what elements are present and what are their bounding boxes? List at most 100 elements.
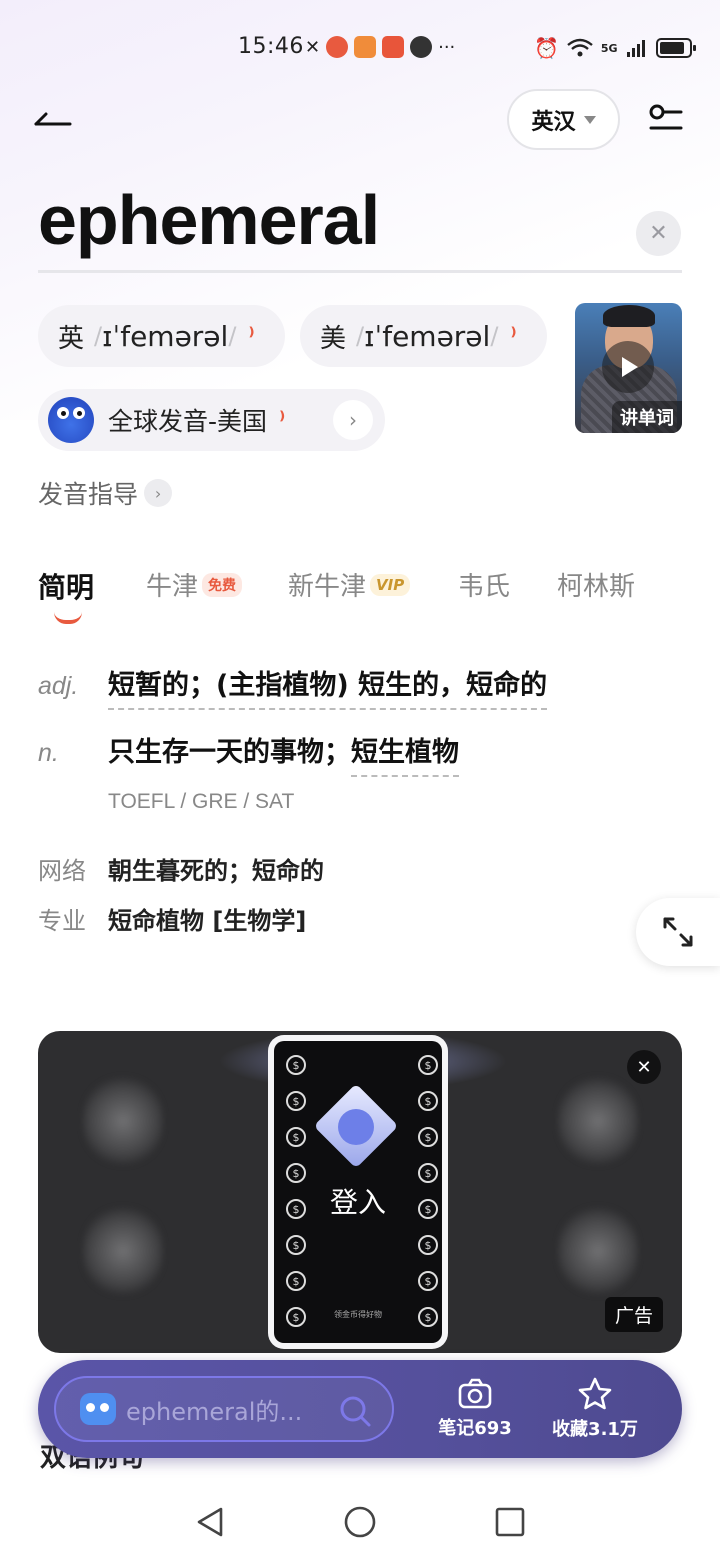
speaker-icon: ⁾ [279, 407, 286, 433]
chevron-right-icon: › [333, 400, 373, 440]
ipa-text: ɪˈfemərəl [102, 319, 229, 353]
alarm-icon: ⏰ [534, 36, 559, 60]
ad-tag: 广告 [605, 1297, 664, 1332]
pronunciation-guide-link[interactable]: 发音指导 › [38, 475, 173, 511]
video-label: 讲单词 [612, 401, 682, 433]
global-pron-label: 全球发音-美国 [108, 407, 268, 436]
notes-button[interactable]: 笔记693 [420, 1374, 530, 1444]
search-icon[interactable] [338, 1394, 372, 1428]
system-icons: ⏰ 5G [534, 36, 696, 60]
search-placeholder: ephemeral的... [126, 1397, 303, 1426]
mascot-icon [48, 397, 94, 443]
headword: ephemeral [38, 181, 380, 259]
close-icon: ✕ [649, 221, 668, 246]
coin-icon: $ [418, 1163, 438, 1183]
back-button[interactable] [34, 104, 74, 134]
word-video-thumbnail[interactable]: 讲单词 [575, 303, 682, 433]
definition-text: 只生存一天的事物； [108, 737, 351, 768]
exam-tags: TOEFL / GRE / SAT [108, 790, 295, 813]
coin-icon: $ [418, 1271, 438, 1291]
language-label: 英汉 [531, 109, 576, 135]
definition-text[interactable]: 短暂的；(主指植物) 短生的，短命的 [108, 663, 548, 710]
speaker-icon: ⁾ [248, 323, 255, 349]
system-navigation-bar [0, 1480, 720, 1563]
global-pronunciation-button[interactable]: 全球发音-美国 ⁾ › [38, 389, 385, 451]
camera-note-icon [458, 1378, 492, 1409]
definition-row: adj. 短暂的；(主指植物) 短生的，短命的 [38, 663, 548, 710]
mute-icon: ✕ [305, 36, 321, 58]
battery-icon [655, 38, 696, 58]
clear-button[interactable]: ✕ [636, 211, 681, 256]
coin-icon: $ [286, 1091, 306, 1111]
coin-icon: $ [418, 1091, 438, 1111]
headword-divider [38, 270, 682, 273]
coin-icon: $ [286, 1271, 306, 1291]
advertisement-banner[interactable]: $ $ $ $ $ $ $ $ $ $ $ $ $ $ $ $ 登入 领金币得好… [38, 1031, 682, 1353]
ad-login-text: 登入 [329, 1186, 386, 1219]
speaker-icon: ⁾ [510, 323, 517, 349]
app-notification-icon [326, 36, 349, 58]
network-type: 5G [600, 41, 618, 55]
ipa-text: ɪˈfemərəl [364, 319, 491, 353]
message-icon [410, 36, 433, 58]
coin-icon: $ [286, 1127, 306, 1147]
pron-lang-label: 美 [320, 323, 347, 354]
part-of-speech: n. [38, 739, 59, 767]
home-nav-icon[interactable] [343, 1505, 377, 1539]
star-icon [578, 1377, 612, 1410]
notes-label: 笔记693 [438, 1418, 512, 1439]
chevron-right-icon: › [144, 479, 173, 507]
guide-label: 发音指导 [38, 480, 139, 509]
status-bar: 15:46 ✕ ··· ⏰ 5G [0, 0, 720, 96]
assistant-bot-icon [80, 1393, 116, 1425]
extra-text: 短命植物 [生物学] [108, 907, 307, 935]
signal-icon [626, 40, 645, 57]
favorites-label: 收藏3.1万 [552, 1419, 638, 1440]
expand-button[interactable] [636, 898, 720, 966]
ad-small-text: 领金币得好物 [334, 1310, 382, 1319]
app-notification-icon [354, 36, 377, 58]
definition-link[interactable]: 短生植物 [351, 730, 459, 777]
professional-definition-row: 专业 短命植物 [生物学] [38, 901, 306, 936]
coin-icon: $ [286, 1235, 306, 1255]
settings-button[interactable] [645, 100, 685, 140]
extra-text: 朝生暮死的；短命的 [108, 857, 324, 885]
tab-webster[interactable]: 韦氏 [458, 566, 510, 603]
uk-pronunciation-button[interactable]: 英 / ɪˈfemərəl / ⁾ [38, 305, 285, 367]
tab-concise[interactable]: 简明 [38, 566, 94, 606]
dictionary-tabs: 简明 牛津 免费 新牛津 VIP 韦氏 柯林斯 [38, 566, 678, 626]
close-icon: ✕ [636, 1056, 652, 1078]
pron-lang-label: 英 [58, 323, 85, 354]
status-time: 15:46 [238, 34, 304, 59]
notification-icons: ✕ ··· [305, 36, 455, 58]
coin-icon: $ [418, 1235, 438, 1255]
extra-label: 专业 [38, 907, 86, 935]
coin-icon: $ [418, 1127, 438, 1147]
play-icon [602, 341, 654, 393]
recents-nav-icon[interactable] [493, 1505, 527, 1539]
free-badge: 免费 [202, 572, 243, 597]
coin-icon: $ [286, 1163, 306, 1183]
extra-label: 网络 [38, 857, 86, 885]
back-arrow-icon [34, 112, 72, 126]
search-input[interactable]: ephemeral的... [54, 1376, 394, 1442]
tab-oxford[interactable]: 牛津 免费 [146, 566, 243, 603]
sliders-icon [649, 104, 683, 130]
back-nav-icon[interactable] [193, 1505, 227, 1539]
tab-new-oxford[interactable]: 新牛津 VIP [288, 566, 411, 603]
language-selector[interactable]: 英汉 [507, 89, 620, 150]
tab-collins[interactable]: 柯林斯 [557, 566, 635, 603]
favorites-button[interactable]: 收藏3.1万 [540, 1374, 650, 1444]
definition-row: n. 只生存一天的事物； 短生植物 [38, 730, 459, 777]
coin-icon: $ [418, 1055, 438, 1075]
ad-close-button[interactable]: ✕ [627, 1050, 661, 1084]
dropdown-triangle-icon [583, 115, 596, 124]
web-definition-row: 网络 朝生暮死的；短命的 [38, 851, 324, 886]
ad-phone-image: $ $ $ $ $ $ $ $ $ $ $ $ $ $ $ $ 登入 领金币得好… [268, 1035, 448, 1349]
part-of-speech: adj. [38, 672, 79, 700]
more-notifications-icon: ··· [438, 36, 456, 58]
coin-icon: $ [286, 1055, 306, 1075]
us-pronunciation-button[interactable]: 美 / ɪˈfemərəl / ⁾ [300, 305, 547, 367]
vip-badge: VIP [370, 573, 411, 596]
bottom-action-bar: ephemeral的... 笔记693 收藏3.1万 [38, 1360, 682, 1458]
